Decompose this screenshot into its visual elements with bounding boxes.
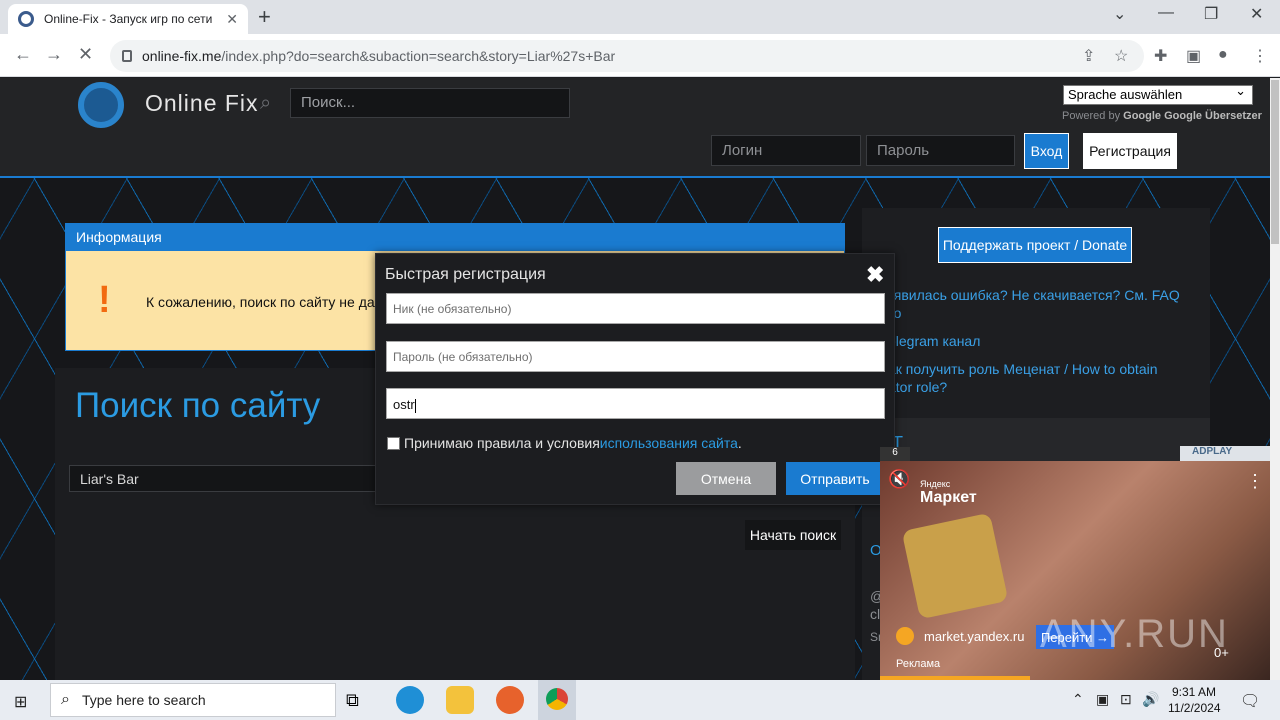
menu-kebab-icon[interactable]: ⋮	[1252, 46, 1268, 66]
firefox-icon[interactable]	[496, 686, 524, 714]
telegram-link[interactable]: elegram канал	[888, 332, 1198, 350]
back-icon[interactable]: ←	[14, 44, 32, 65]
modal-title: Быстрая регистрация	[385, 266, 546, 283]
text-caret	[414, 398, 416, 413]
terms-period: .	[737, 435, 742, 451]
email-value: ostr	[393, 397, 415, 412]
mute-icon[interactable]: 🔇	[888, 469, 910, 490]
chrome-icon	[546, 688, 568, 710]
terms-checkbox[interactable]	[387, 436, 400, 450]
ad-mug-image	[901, 512, 1009, 620]
google-logo: Google	[1123, 110, 1162, 122]
powered-by-label: Powered by	[1062, 110, 1121, 122]
scrollbar-thumb[interactable]	[1271, 80, 1279, 244]
modal-password-field[interactable]: Пароль (не обязательно)	[386, 341, 885, 372]
maecenas-link-line2: ator role?	[888, 379, 948, 395]
profile-icon[interactable]: ●	[1218, 46, 1228, 64]
language-select[interactable]: Sprache auswählen	[1063, 83, 1253, 105]
taskbar-search-placeholder: Type here to search	[81, 692, 206, 708]
clock-time: 9:31 AM	[1171, 685, 1217, 699]
ad-label: Реклама	[896, 658, 941, 670]
ad-network-tag[interactable]: ADPLAY	[1180, 446, 1270, 461]
address-bar[interactable]: online-fix.me/index.php?do=search&subact…	[110, 40, 1144, 72]
tray-chevron-icon[interactable]: ⌃	[1072, 691, 1084, 708]
maecenas-link[interactable]: ак получить роль Меценат / How to obtain…	[888, 360, 1198, 396]
site-favicon-icon	[18, 11, 34, 27]
clock[interactable]: 9:31 AM 11/2/2024	[1168, 684, 1221, 716]
info-message: К сожалению, поиск по сайту не дал	[146, 294, 383, 310]
browser-tab[interactable]: Online-Fix - Запуск игр по сети ✕	[8, 4, 248, 34]
register-button[interactable]: Регистрация	[1083, 133, 1177, 169]
terms-label: Принимаю правила и условия	[404, 435, 600, 451]
site-header: Online Fix ⌕ Поиск... Sprache auswählen …	[0, 78, 1270, 178]
tab-search-icon[interactable]: ⌄	[1113, 4, 1126, 24]
tab-close-icon[interactable]: ✕	[226, 11, 238, 28]
file-explorer-icon[interactable]	[446, 686, 474, 714]
ad-brand-small: Яндекс	[920, 479, 951, 489]
start-search-button[interactable]: Начать поиск	[745, 520, 841, 550]
tab-title: Online-Fix - Запуск игр по сети	[44, 12, 213, 26]
network-icon[interactable]: ⊡	[1120, 691, 1132, 708]
login-button[interactable]: Вход	[1024, 133, 1069, 169]
share-icon[interactable]: ⇪	[1082, 46, 1095, 66]
tray-app-icon[interactable]: ▣	[1096, 691, 1109, 708]
lock-icon	[122, 50, 132, 62]
browser-toolbar: ← → ✕ online-fix.me/index.php?do=search&…	[0, 34, 1280, 77]
taskbar-search[interactable]: ⌕ Type here to search	[50, 683, 336, 717]
logo-gear-icon[interactable]	[78, 82, 124, 128]
ad-counter: 6	[880, 447, 910, 461]
stop-loading-icon[interactable]: ✕	[78, 44, 93, 65]
side-panel-icon[interactable]: ▣	[1186, 46, 1201, 66]
password-field[interactable]: Пароль	[866, 135, 1015, 166]
windows-start-icon[interactable]: ⊞	[14, 692, 27, 712]
ad-url-text: market.yandex.ru	[924, 628, 1025, 644]
volume-icon[interactable]: 🔊	[1142, 691, 1159, 708]
faq-link-line1: оявилась ошибка? Не скачивается? См. FAQ…	[886, 287, 1180, 321]
url-path: /index.php?do=search&subaction=search&st…	[221, 48, 616, 64]
forward-icon[interactable]: →	[45, 44, 63, 65]
clock-date: 11/2/2024	[1168, 701, 1221, 715]
site-logo-text[interactable]: Online Fix	[145, 90, 259, 117]
google-translate-credit: Powered by Google Google Übersetzer	[1062, 110, 1262, 122]
terms-link[interactable]: использования сайта	[600, 435, 738, 451]
browser-tabstrip: Online-Fix - Запуск игр по сети ✕ + ⌄ — …	[0, 0, 1280, 34]
quick-registration-modal: Быстрая регистрация ✖ Ник (не обязательн…	[375, 253, 895, 505]
site-search-input[interactable]: Поиск...	[290, 88, 570, 118]
close-icon[interactable]: ✖	[866, 262, 884, 288]
ad-brand-name: Маркет	[920, 489, 977, 506]
translate-link[interactable]: Google Übersetzer	[1164, 110, 1262, 122]
taskbar-search-icon: ⌕	[61, 691, 70, 708]
terms-row: Принимаю правила и условия использования…	[387, 435, 742, 451]
sidebar-fragment-cl: cl	[870, 606, 881, 622]
maecenas-link-line1: ак получить роль Меценат / How to obtain	[888, 361, 1158, 377]
login-field[interactable]: Логин	[711, 135, 861, 166]
watermark: ANY.RUN	[1040, 612, 1229, 656]
ad-url: market.yandex.ru	[896, 627, 1024, 645]
ad-brand: Яндекс Маркет	[920, 479, 977, 507]
ad-more-icon[interactable]: ⋮	[1246, 471, 1264, 492]
search-query-input[interactable]: Liar's Bar	[69, 465, 389, 492]
notifications-icon[interactable]: 🗨	[1240, 691, 1260, 711]
windows-taskbar: ⊞ ⌕ Type here to search ⧉ ⌃ ▣ ⊡ 🔊 9:31 A…	[0, 680, 1280, 720]
cancel-button[interactable]: Отмена	[676, 462, 776, 495]
maximize-button[interactable]: ❐	[1204, 4, 1218, 24]
page-title: Поиск по сайту	[75, 386, 321, 425]
submit-button[interactable]: Отправить	[786, 462, 884, 495]
market-logo-icon	[896, 627, 914, 645]
info-heading: Информация	[66, 224, 844, 251]
chrome-taskbar-button[interactable]	[538, 680, 576, 720]
search-icon[interactable]: ⌕	[260, 92, 271, 115]
warning-icon: !	[98, 279, 111, 321]
bookmark-star-icon[interactable]: ☆	[1114, 46, 1128, 66]
extensions-icon[interactable]: ✚	[1154, 46, 1167, 66]
nick-field[interactable]: Ник (не обязательно)	[386, 293, 885, 324]
url-host: online-fix.me	[142, 48, 222, 64]
donate-button[interactable]: Поддержать проект / Donate	[938, 227, 1132, 263]
new-tab-button[interactable]: +	[258, 4, 271, 30]
email-field[interactable]: ostr	[386, 388, 885, 419]
close-window-button[interactable]: ✕	[1250, 4, 1263, 24]
edge-icon[interactable]	[396, 686, 424, 714]
task-view-icon[interactable]: ⧉	[346, 686, 374, 714]
minimize-button[interactable]: —	[1158, 4, 1174, 22]
